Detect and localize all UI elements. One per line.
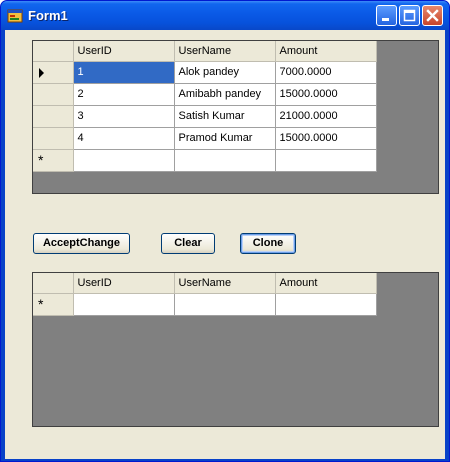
minimize-button[interactable] xyxy=(376,5,397,26)
new-cell-username[interactable] xyxy=(174,149,276,172)
new-cell-userid[interactable] xyxy=(73,149,175,172)
cell-userid[interactable]: 4 xyxy=(73,127,175,150)
close-icon xyxy=(426,9,439,22)
table-row[interactable]: 3 Satish Kumar 21000.0000 xyxy=(33,105,377,128)
new-row-asterisk-icon: * xyxy=(38,295,44,312)
users-data-grid[interactable]: UserID UserName Amount 1 Alok pandey 700… xyxy=(32,40,439,194)
new-row[interactable]: * xyxy=(33,293,377,316)
new-cell-amount[interactable] xyxy=(275,293,377,316)
column-header-username[interactable]: UserName xyxy=(174,41,276,62)
cell-userid[interactable]: 1 xyxy=(73,61,175,84)
table-row[interactable]: 4 Pramod Kumar 15000.0000 xyxy=(33,127,377,150)
row-header[interactable] xyxy=(33,83,74,106)
app-form-icon xyxy=(7,9,23,23)
row-header-new[interactable]: * xyxy=(33,149,74,172)
column-header-userid[interactable]: UserID xyxy=(73,41,175,62)
table-row[interactable]: 1 Alok pandey 7000.0000 xyxy=(33,61,377,84)
cell-amount[interactable]: 7000.0000 xyxy=(275,61,377,84)
form-client-area: UserID UserName Amount 1 Alok pandey 700… xyxy=(5,30,445,459)
cell-amount[interactable]: 21000.0000 xyxy=(275,105,377,128)
maximize-icon xyxy=(403,9,416,22)
grid-header-row: UserID UserName Amount xyxy=(33,41,377,62)
clear-button[interactable]: Clear xyxy=(161,233,215,254)
row-header-current[interactable] xyxy=(33,61,74,84)
close-button[interactable] xyxy=(422,5,443,26)
accept-change-button[interactable]: AcceptChange xyxy=(33,233,130,254)
row-header-new[interactable]: * xyxy=(33,293,74,316)
cloned-grid-table: UserID UserName Amount * xyxy=(33,273,377,316)
cell-userid[interactable]: 3 xyxy=(73,105,175,128)
window-title: Form1 xyxy=(28,8,68,23)
new-cell-username[interactable] xyxy=(174,293,276,316)
grid-header-row: UserID UserName Amount xyxy=(33,273,377,294)
row-header[interactable] xyxy=(33,105,74,128)
new-row[interactable]: * xyxy=(33,149,377,172)
title-bar[interactable]: Form1 xyxy=(1,1,449,30)
grid-corner-header[interactable] xyxy=(33,41,74,62)
new-cell-userid[interactable] xyxy=(73,293,175,316)
cell-username[interactable]: Amibabh pandey xyxy=(174,83,276,106)
column-header-userid[interactable]: UserID xyxy=(73,273,175,294)
table-row[interactable]: 2 Amibabh pandey 15000.0000 xyxy=(33,83,377,106)
new-cell-amount[interactable] xyxy=(275,149,377,172)
current-row-arrow-icon xyxy=(39,67,44,78)
row-header[interactable] xyxy=(33,127,74,150)
grid-corner-header[interactable] xyxy=(33,273,74,294)
users-grid-table: UserID UserName Amount 1 Alok pandey 700… xyxy=(33,41,377,172)
new-row-asterisk-icon: * xyxy=(38,151,44,168)
cloned-data-grid[interactable]: UserID UserName Amount * xyxy=(32,272,439,427)
column-header-amount[interactable]: Amount xyxy=(275,273,377,294)
column-header-amount[interactable]: Amount xyxy=(275,41,377,62)
clone-button[interactable]: Clone xyxy=(240,233,296,254)
column-header-username[interactable]: UserName xyxy=(174,273,276,294)
cell-username[interactable]: Alok pandey xyxy=(174,61,276,84)
maximize-button[interactable] xyxy=(399,5,420,26)
cell-username[interactable]: Satish Kumar xyxy=(174,105,276,128)
minimize-icon xyxy=(382,18,389,21)
cell-amount[interactable]: 15000.0000 xyxy=(275,127,377,150)
cell-username[interactable]: Pramod Kumar xyxy=(174,127,276,150)
cell-amount[interactable]: 15000.0000 xyxy=(275,83,377,106)
window-frame: Form1 UserID UserName Amount 1 Alok pand… xyxy=(0,0,450,462)
cell-userid[interactable]: 2 xyxy=(73,83,175,106)
